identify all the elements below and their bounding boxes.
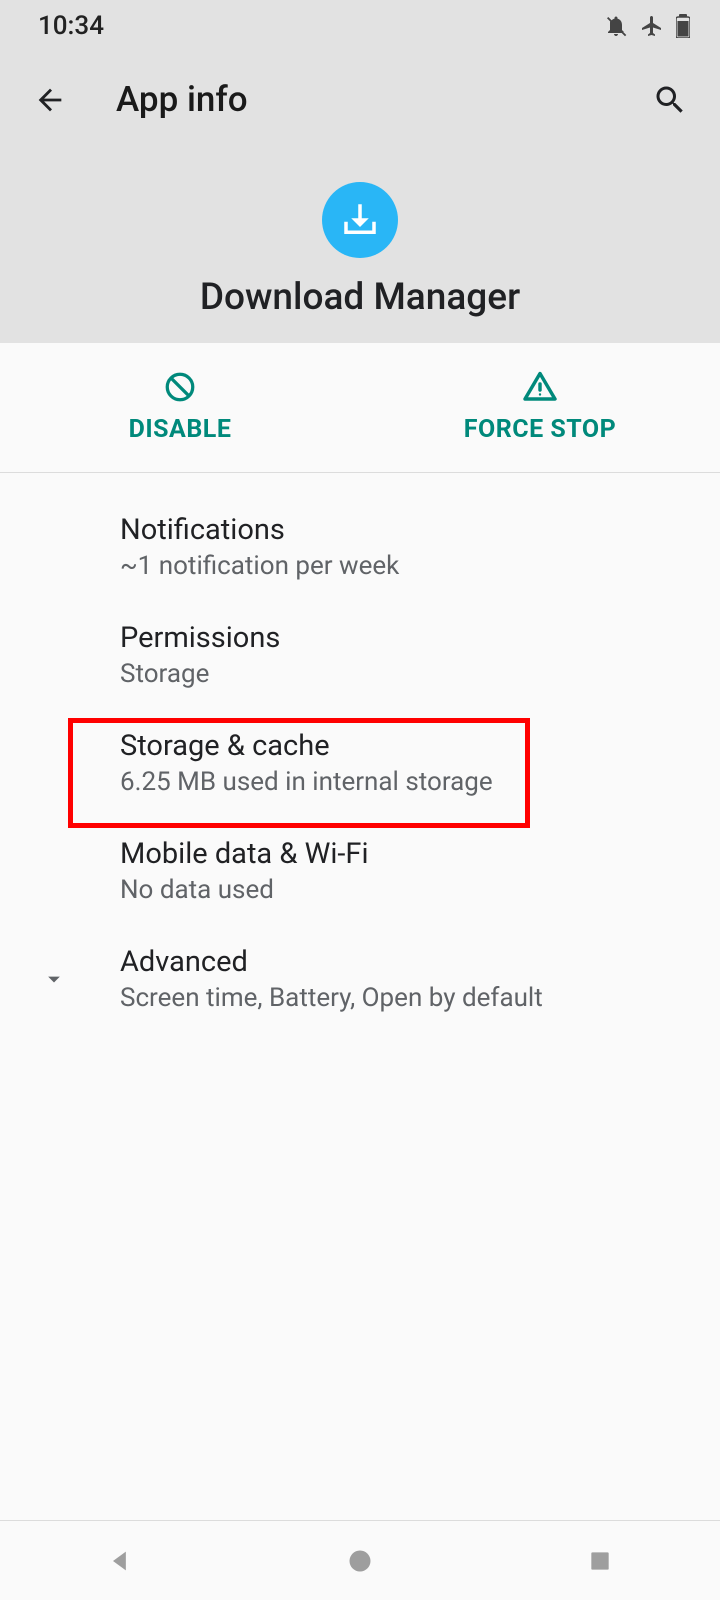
- dnd-off-icon: [604, 14, 628, 38]
- page-title: App info: [116, 79, 648, 120]
- item-title: Notifications: [120, 513, 688, 547]
- status-bar: 10:34: [0, 0, 720, 52]
- disable-label: DISABLE: [129, 415, 232, 444]
- disable-icon: [162, 369, 198, 405]
- system-nav-bar: [0, 1520, 720, 1600]
- item-subtitle: ~1 notification per week: [120, 551, 688, 581]
- square-recent-icon: [587, 1548, 613, 1574]
- triangle-back-icon: [106, 1547, 134, 1575]
- item-advanced[interactable]: Advanced Screen time, Battery, Open by d…: [0, 925, 720, 1033]
- force-stop-button[interactable]: FORCE STOP: [360, 343, 720, 472]
- nav-home-button[interactable]: [338, 1539, 382, 1583]
- item-title: Mobile data & Wi-Fi: [120, 837, 688, 871]
- item-permissions[interactable]: Permissions Storage: [0, 601, 720, 709]
- toolbar: App info: [0, 52, 720, 147]
- item-subtitle: 6.25 MB used in internal storage: [120, 767, 688, 797]
- nav-back-button[interactable]: [98, 1539, 142, 1583]
- settings-list: Notifications ~1 notification per week P…: [0, 473, 720, 1033]
- search-icon: [652, 82, 688, 118]
- download-icon: [339, 199, 381, 241]
- back-button[interactable]: [28, 78, 72, 122]
- item-notifications[interactable]: Notifications ~1 notification per week: [0, 493, 720, 601]
- item-subtitle: Storage: [120, 659, 688, 689]
- item-title: Permissions: [120, 621, 688, 655]
- item-mobile-data-wifi[interactable]: Mobile data & Wi-Fi No data used: [0, 817, 720, 925]
- warning-icon: [522, 369, 558, 405]
- status-icons: [604, 14, 690, 38]
- item-subtitle: Screen time, Battery, Open by default: [120, 983, 688, 1013]
- circle-home-icon: [346, 1547, 374, 1575]
- action-row: DISABLE FORCE STOP: [0, 343, 720, 473]
- item-title: Storage & cache: [120, 729, 688, 763]
- app-header: Download Manager: [0, 147, 720, 343]
- item-storage-cache[interactable]: Storage & cache 6.25 MB used in internal…: [0, 709, 720, 817]
- app-icon: [322, 182, 398, 258]
- force-stop-label: FORCE STOP: [464, 415, 617, 444]
- chevron-down-icon: [40, 965, 68, 993]
- nav-recent-button[interactable]: [578, 1539, 622, 1583]
- item-title: Advanced: [120, 945, 688, 979]
- airplane-mode-icon: [640, 14, 664, 38]
- disable-button[interactable]: DISABLE: [0, 343, 360, 472]
- expand-icon: [32, 957, 76, 1001]
- item-subtitle: No data used: [120, 875, 688, 905]
- app-name: Download Manager: [0, 276, 720, 319]
- search-button[interactable]: [648, 78, 692, 122]
- status-time: 10:34: [38, 11, 104, 41]
- battery-icon: [676, 14, 690, 38]
